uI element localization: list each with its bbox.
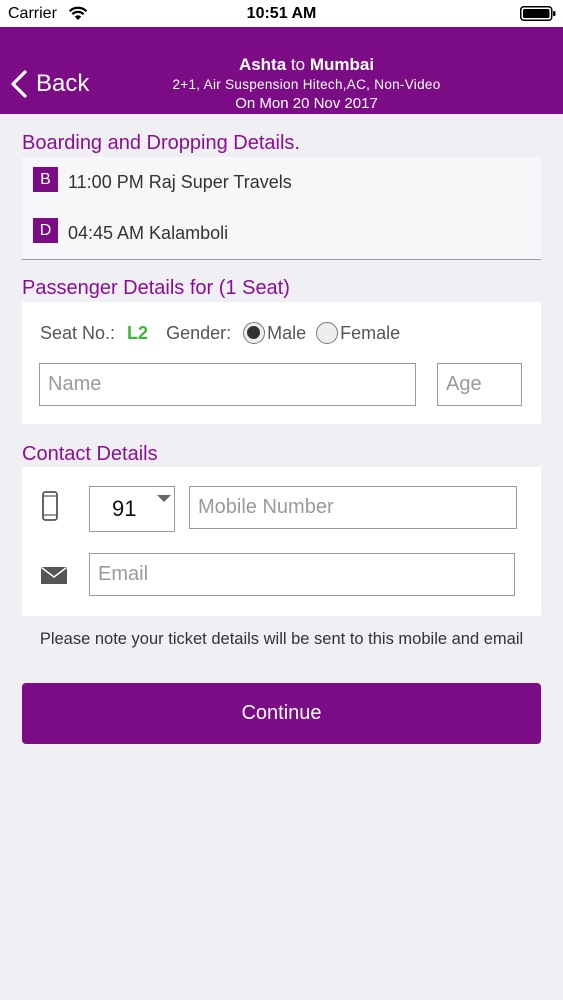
- back-button[interactable]: Back: [10, 67, 89, 101]
- age-input[interactable]: [437, 363, 522, 406]
- passenger-card: Seat No.: L2 Gender: Male Female: [22, 302, 541, 424]
- route-connector: to: [290, 55, 306, 74]
- female-label: Female: [340, 322, 401, 343]
- continue-button[interactable]: Continue: [22, 683, 541, 744]
- navigation-bar: Back Ashta to Mumbai 2+1, Air Suspension…: [0, 27, 563, 114]
- bus-type: 2+1, Air Suspension Hitech,AC, Non-Video: [172, 77, 441, 92]
- chevron-left-icon: [11, 70, 27, 98]
- mobile-phone-icon: [42, 491, 58, 521]
- mobile-number-input[interactable]: [189, 486, 517, 529]
- route-origin: Ashta: [238, 55, 287, 74]
- name-input[interactable]: [39, 363, 416, 406]
- trip-header: Ashta to Mumbai 2+1, Air Suspension Hite…: [100, 54, 513, 114]
- email-input[interactable]: [89, 553, 515, 596]
- dropping-point-text: 04:45 AM Kalamboli: [68, 223, 229, 243]
- status-bar: Carrier 10:51 AM: [0, 0, 563, 27]
- route-destination: Mumbai: [309, 55, 375, 74]
- boarding-section-title: Boarding and Dropping Details.: [22, 132, 300, 154]
- gender-female-option[interactable]: Female: [316, 322, 400, 344]
- battery-icon: [520, 6, 556, 21]
- country-code-value: 91: [112, 496, 137, 521]
- dropping-badge: D: [33, 218, 58, 243]
- seat-number: L2: [127, 322, 149, 343]
- route-title: Ashta to Mumbai: [100, 54, 513, 76]
- boarding-badge: B: [33, 167, 58, 192]
- boarding-point-row[interactable]: B 11:00 PM Raj Super Travels: [22, 157, 541, 209]
- mail-icon: [41, 567, 67, 584]
- back-label: Back: [36, 70, 90, 97]
- boarding-point-text: 11:00 PM Raj Super Travels: [68, 172, 292, 192]
- gender-label: Gender:: [166, 322, 232, 343]
- ticket-delivery-note: Please note your ticket details will be …: [39, 630, 524, 648]
- contact-section-title: Contact Details: [22, 443, 158, 465]
- seat-gender-row: Seat No.: L2 Gender: Male Female: [40, 322, 410, 344]
- male-radio[interactable]: [243, 322, 266, 344]
- caret-down-icon: [157, 495, 171, 502]
- seat-label: Seat No.:: [40, 322, 116, 343]
- country-code-select[interactable]: 91: [89, 486, 175, 532]
- female-radio[interactable]: [316, 322, 339, 344]
- gender-male-option[interactable]: Male: [243, 322, 306, 344]
- contact-card: 91: [22, 467, 541, 616]
- dropping-point-row[interactable]: D 04:45 AM Kalamboli: [22, 208, 541, 260]
- passenger-section-title: Passenger Details for (1 Seat): [22, 277, 290, 299]
- status-time: 10:51 AM: [246, 5, 317, 22]
- male-label: Male: [267, 322, 307, 343]
- journey-date: On Mon 20 Nov 2017: [235, 95, 378, 112]
